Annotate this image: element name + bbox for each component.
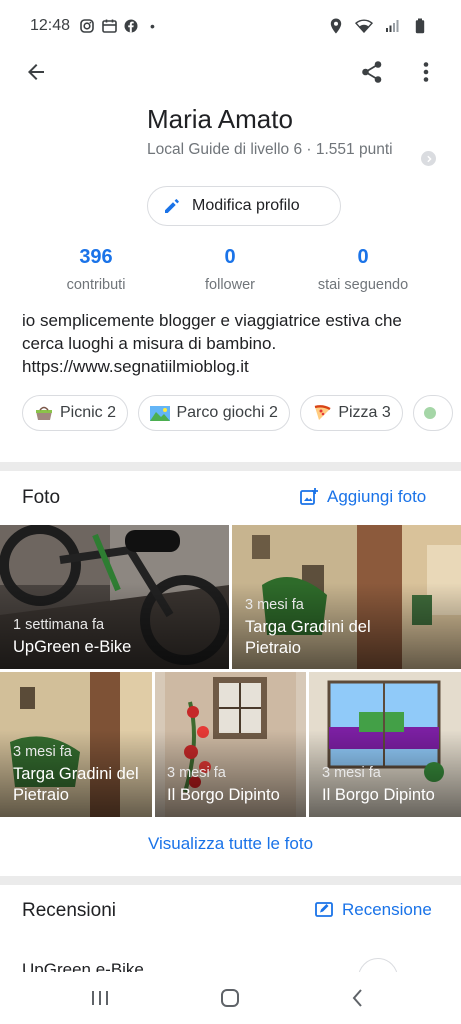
stat-value: 0 bbox=[357, 246, 369, 268]
picnic-basket-icon bbox=[34, 405, 54, 421]
see-all-photos-link[interactable]: Visualizza tutte le foto bbox=[0, 834, 461, 854]
reviews-section-title: Recensioni bbox=[22, 900, 116, 921]
status-bar: 12:48 • bbox=[0, 0, 461, 52]
add-photo-button[interactable]: Aggiungi foto bbox=[299, 487, 426, 507]
chip-playground[interactable]: Parco giochi 2 bbox=[138, 395, 290, 431]
write-review-button[interactable]: Recensione bbox=[314, 900, 432, 920]
chip-overflow-icon bbox=[422, 405, 438, 421]
pencil-icon bbox=[165, 199, 179, 213]
photo-place: Targa Gradini del Pietraio bbox=[245, 618, 371, 657]
chip-picnic[interactable]: Picnic 2 bbox=[22, 395, 129, 431]
chip-label: Pizza 3 bbox=[338, 404, 391, 421]
interest-chips: Picnic 2 Parco giochi 2 Pizza 3 bbox=[22, 395, 461, 431]
chip-label: Parco giochi 2 bbox=[176, 404, 278, 421]
calendar-icon bbox=[100, 17, 118, 35]
share-icon[interactable] bbox=[358, 58, 386, 86]
section-divider bbox=[0, 462, 461, 471]
more-vert-icon[interactable] bbox=[412, 58, 440, 86]
battery-icon bbox=[411, 17, 429, 35]
photo-place: Il Borgo Dipinto bbox=[167, 786, 280, 804]
status-time: 12:48 bbox=[30, 17, 71, 34]
photo-place: Il Borgo Dipinto bbox=[322, 786, 435, 804]
add-photo-icon bbox=[300, 488, 318, 505]
photo-tile[interactable]: 3 mesi fa Targa Gradini del Pietraio bbox=[0, 672, 152, 817]
playground-icon bbox=[150, 405, 171, 421]
signal-icon bbox=[383, 17, 401, 35]
system-nav-bar bbox=[0, 972, 461, 1024]
photo-date: 3 mesi fa bbox=[167, 765, 226, 781]
stat-label: contributi bbox=[66, 277, 126, 293]
photo-date: 1 settimana fa bbox=[13, 617, 105, 633]
stat-value: 396 bbox=[79, 246, 113, 268]
instagram-icon bbox=[78, 17, 96, 35]
facebook-icon bbox=[122, 17, 140, 35]
chevron-right-icon[interactable] bbox=[421, 151, 436, 166]
photo-date: 3 mesi fa bbox=[322, 765, 381, 781]
chip-label: Picnic 2 bbox=[60, 404, 117, 421]
local-guide-level[interactable]: Local Guide di livello 6 · 1.551 punti bbox=[147, 140, 409, 159]
photo-tile[interactable]: 3 mesi fa Il Borgo Dipinto bbox=[309, 672, 461, 817]
chip-more[interactable] bbox=[413, 395, 454, 431]
photo-place: UpGreen e-Bike bbox=[13, 638, 132, 656]
chip-pizza[interactable]: Pizza 3 bbox=[300, 395, 403, 431]
recents-icon[interactable] bbox=[88, 986, 112, 1010]
stat-followers[interactable]: 0 follower bbox=[155, 246, 305, 293]
pizza-icon bbox=[312, 405, 332, 421]
photo-date: 3 mesi fa bbox=[13, 744, 72, 760]
edit-profile-label: Modifica profilo bbox=[192, 197, 300, 214]
stat-label: follower bbox=[205, 277, 255, 293]
rate-review-icon bbox=[315, 902, 333, 917]
photo-date: 3 mesi fa bbox=[245, 597, 304, 613]
stat-value: 0 bbox=[224, 246, 236, 268]
add-photo-label: Aggiungi foto bbox=[327, 487, 427, 506]
back-icon[interactable] bbox=[346, 986, 370, 1010]
edit-profile-button[interactable]: Modifica profilo bbox=[147, 186, 341, 226]
photo-tile[interactable]: 1 settimana fa UpGreen e-Bike bbox=[0, 525, 229, 669]
arrow-back-icon[interactable] bbox=[22, 58, 50, 86]
photos-section-title: Foto bbox=[22, 487, 61, 508]
location-icon bbox=[327, 17, 345, 35]
stat-label: stai seguendo bbox=[317, 277, 409, 293]
profile-name: Maria Amato bbox=[147, 104, 293, 134]
stat-following[interactable]: 0 stai seguendo bbox=[288, 246, 438, 293]
profile-bio: io semplicemente blogger e viaggiatrice … bbox=[22, 311, 402, 376]
section-divider bbox=[0, 876, 461, 885]
status-dot: • bbox=[150, 18, 155, 34]
write-review-label: Recensione bbox=[342, 900, 432, 919]
wifi-icon bbox=[355, 17, 373, 35]
app-bar bbox=[0, 52, 461, 92]
photo-tile[interactable]: 3 mesi fa Il Borgo Dipinto bbox=[155, 672, 306, 817]
photo-tile[interactable]: 3 mesi fa Targa Gradini del Pietraio bbox=[232, 525, 461, 669]
home-icon[interactable] bbox=[218, 986, 242, 1010]
stat-contributions[interactable]: 396 contributi bbox=[21, 246, 171, 293]
photo-place: Targa Gradini del Pietraio bbox=[13, 765, 139, 804]
